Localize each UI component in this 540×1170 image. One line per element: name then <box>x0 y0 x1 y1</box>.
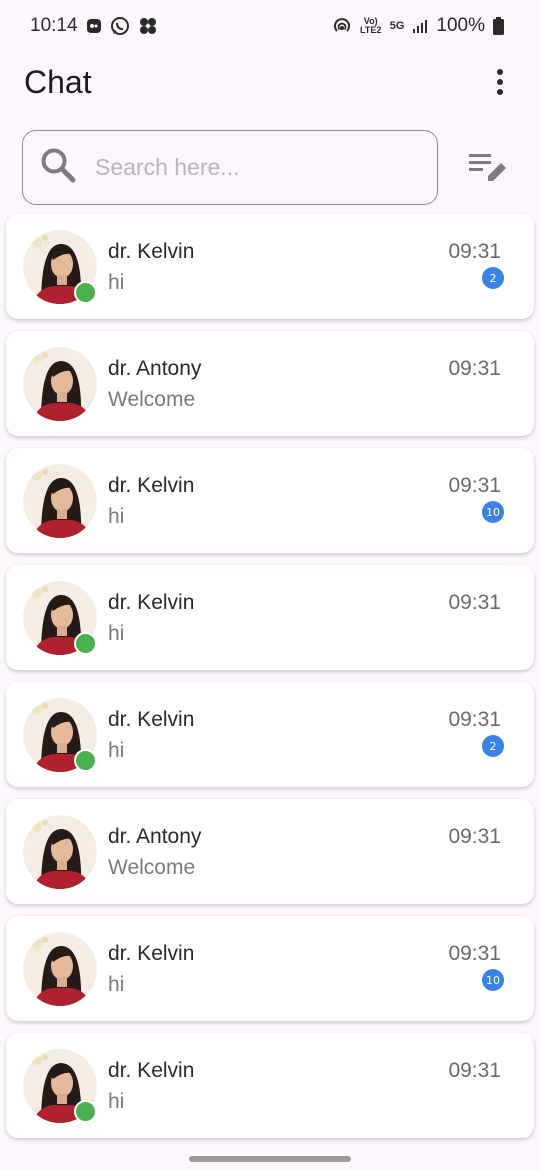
contact-name: dr. Kelvin <box>108 708 195 731</box>
message-time: 09:31 <box>448 942 501 965</box>
chat-list-item[interactable]: dr. Kelvin hi 09:31 <box>6 1033 534 1138</box>
battery-icon <box>493 17 504 35</box>
last-message: hi <box>108 973 125 996</box>
avatar <box>23 815 97 889</box>
search-box[interactable] <box>22 129 438 205</box>
contact-name: dr. Kelvin <box>108 1059 195 1082</box>
last-message: hi <box>108 271 125 294</box>
message-time: 09:31 <box>448 1059 501 1082</box>
battery-percent: 100% <box>436 15 485 36</box>
last-message: hi <box>108 505 125 528</box>
status-bar-right: Vo) LTE2 5G 100% <box>332 15 504 37</box>
volte-indicator: Vo) LTE2 <box>360 16 382 35</box>
last-message: hi <box>108 622 125 645</box>
chat-list: dr. Kelvin hi 09:31 2 dr. Antony Welcome… <box>6 214 534 1138</box>
edit-note-icon <box>469 154 506 181</box>
online-status-indicator <box>74 281 97 304</box>
status-time: 10:14 <box>30 15 78 36</box>
avatar <box>23 464 97 538</box>
page-title: Chat <box>24 63 92 100</box>
chat-list-item[interactable]: dr. Antony Welcome 09:31 <box>6 331 534 436</box>
more-vert-icon <box>497 69 503 95</box>
chat-list-item[interactable]: dr. Kelvin hi 09:31 <box>6 565 534 670</box>
chat-list-item[interactable]: dr. Kelvin hi 09:31 10 <box>6 448 534 553</box>
online-status-indicator <box>74 1100 97 1123</box>
whatsapp-icon <box>110 16 130 36</box>
chat-list-item[interactable]: dr. Antony Welcome 09:31 <box>6 799 534 904</box>
message-time: 09:31 <box>448 474 501 497</box>
message-time: 09:31 <box>448 240 501 263</box>
search-icon <box>39 146 77 189</box>
unread-count-badge: 2 <box>482 735 504 757</box>
contact-name: dr. Kelvin <box>108 240 195 263</box>
status-bar: 10:14 Vo) LTE2 5G 100% <box>0 0 540 52</box>
unread-count-badge: 2 <box>482 267 504 289</box>
last-message: hi <box>108 1090 125 1113</box>
message-time: 09:31 <box>448 708 501 731</box>
message-time: 09:31 <box>448 825 501 848</box>
message-time: 09:31 <box>448 357 501 380</box>
contact-name: dr. Antony <box>108 357 202 380</box>
last-message: hi <box>108 739 125 762</box>
message-time: 09:31 <box>448 591 501 614</box>
status-bar-left: 10:14 <box>30 15 158 37</box>
signal-strength-icon <box>412 18 428 34</box>
last-message: Welcome <box>108 856 196 879</box>
network-type-indicator: 5G <box>389 20 405 32</box>
contact-name: dr. Antony <box>108 825 202 848</box>
avatar <box>23 932 97 1006</box>
search-row <box>22 129 518 205</box>
online-status-indicator <box>74 749 97 772</box>
contact-name: dr. Kelvin <box>108 942 195 965</box>
avatar <box>23 347 97 421</box>
contact-name: dr. Kelvin <box>108 591 195 614</box>
notification-app-icon <box>86 18 102 34</box>
chat-list-item[interactable]: dr. Kelvin hi 09:31 2 <box>6 682 534 787</box>
new-chat-button[interactable] <box>460 139 516 195</box>
hotspot-icon <box>332 16 352 36</box>
unread-count-badge: 10 <box>482 969 504 991</box>
contact-name: dr. Kelvin <box>108 474 195 497</box>
last-message: Welcome <box>108 388 196 411</box>
pinwheel-icon <box>138 16 158 36</box>
online-status-indicator <box>74 632 97 655</box>
search-input[interactable] <box>95 153 395 181</box>
chat-list-item[interactable]: dr. Kelvin hi 09:31 10 <box>6 916 534 1021</box>
chat-list-item[interactable]: dr. Kelvin hi 09:31 2 <box>6 214 534 319</box>
more-options-button[interactable] <box>488 64 512 100</box>
unread-count-badge: 10 <box>482 501 504 523</box>
app-bar: Chat <box>0 52 540 112</box>
home-indicator[interactable] <box>189 1156 351 1162</box>
